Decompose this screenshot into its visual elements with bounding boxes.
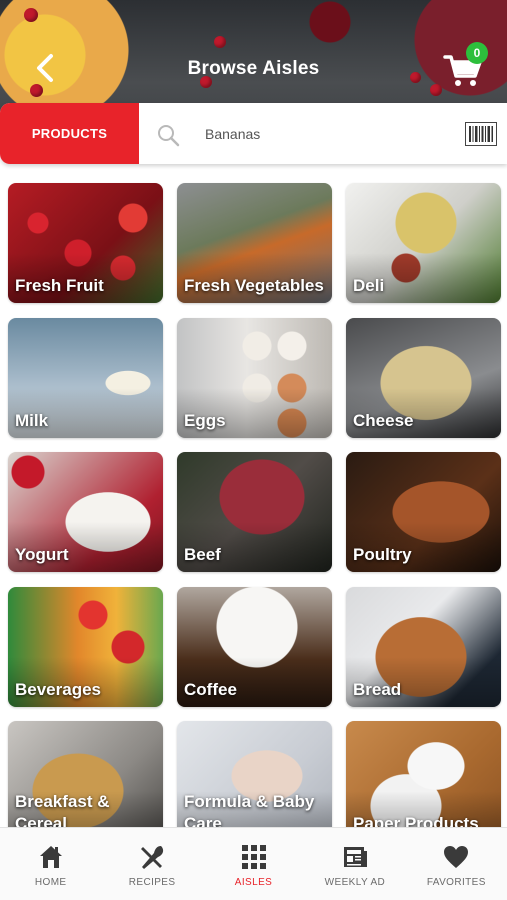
barcode-icon xyxy=(465,122,497,146)
aisle-tile-coffee[interactable]: Coffee xyxy=(177,587,332,707)
aisle-label: Bread xyxy=(353,680,402,699)
aisle-tile-yogurt[interactable]: Yogurt xyxy=(8,452,163,572)
aisle-tile-deli[interactable]: Deli xyxy=(346,183,501,303)
aisle-label: Fresh Vegetables xyxy=(184,276,324,295)
page-title: Browse Aisles xyxy=(187,58,320,79)
aisle-tile-fresh-fruit[interactable]: Fresh Fruit xyxy=(8,183,163,303)
aisle-label: Beef xyxy=(184,545,221,564)
nav-label: HOME xyxy=(34,877,67,888)
aisle-tile-paper-products[interactable]: Paper Products xyxy=(346,721,501,841)
aisle-label: Milk xyxy=(15,411,49,430)
app-root: Browse Aisles 0 PRODUCTS Bananas Fresh F… xyxy=(0,0,507,900)
aisle-tile-fresh-vegetables[interactable]: Fresh Vegetables xyxy=(177,183,332,303)
nav-aisles[interactable]: AISLES xyxy=(203,828,304,900)
fork-knife-icon xyxy=(141,846,164,869)
barcode-scan-button[interactable] xyxy=(465,122,497,151)
search-bar: PRODUCTS xyxy=(0,103,507,164)
aisle-tile-formula-baby-care[interactable]: Formula & Baby Care xyxy=(177,721,332,841)
aisle-tile-beverages[interactable]: Beverages xyxy=(8,587,163,707)
newspaper-icon xyxy=(343,847,367,867)
aisle-label: Deli xyxy=(353,276,385,295)
aisle-label: Coffee xyxy=(184,680,237,699)
search-icon xyxy=(158,125,180,147)
nav-recipes[interactable]: RECIPES xyxy=(101,828,202,900)
nav-label: WEEKLY AD xyxy=(324,877,386,888)
aisle-tile-eggs[interactable]: Eggs xyxy=(177,318,332,438)
bottom-nav: HOME RECIPES AISLES WEEKLY AD FAVORITES xyxy=(0,827,507,900)
aisle-label: Fresh Fruit xyxy=(15,276,104,295)
decor-cherry xyxy=(430,84,442,96)
nav-label: AISLES xyxy=(234,877,273,888)
cart-count-badge: 0 xyxy=(466,42,488,64)
aisle-label: Yogurt xyxy=(15,545,69,564)
grid-icon xyxy=(241,845,266,869)
decor-cherry xyxy=(214,36,226,48)
aisle-label: Eggs xyxy=(184,411,226,430)
aisle-label: Cheese xyxy=(353,411,414,430)
nav-favorites[interactable]: FAVORITES xyxy=(406,828,507,900)
aisle-tile-breakfast-cereal[interactable]: Breakfast & Cereal xyxy=(8,721,163,841)
aisle-tile-poultry[interactable]: Poultry xyxy=(346,452,501,572)
aisle-tile-milk[interactable]: Milk xyxy=(8,318,163,438)
home-icon xyxy=(39,846,62,868)
aisle-label: Beverages xyxy=(15,680,102,699)
search-input[interactable] xyxy=(205,121,445,147)
nav-weekly-ad[interactable]: WEEKLY AD xyxy=(304,828,405,900)
aisle-tile-bread[interactable]: Bread xyxy=(346,587,501,707)
aisle-tile-beef[interactable]: Beef xyxy=(177,452,332,572)
nav-home[interactable]: HOME xyxy=(0,828,101,900)
nav-label: RECIPES xyxy=(128,877,176,888)
nav-label: FAVORITES xyxy=(426,877,486,888)
heart-icon xyxy=(444,846,469,868)
search-category-button[interactable]: PRODUCTS xyxy=(0,103,139,164)
aisle-label: Poultry xyxy=(353,545,412,564)
aisle-tile-cheese[interactable]: Cheese xyxy=(346,318,501,438)
decor-cherry xyxy=(24,8,38,22)
